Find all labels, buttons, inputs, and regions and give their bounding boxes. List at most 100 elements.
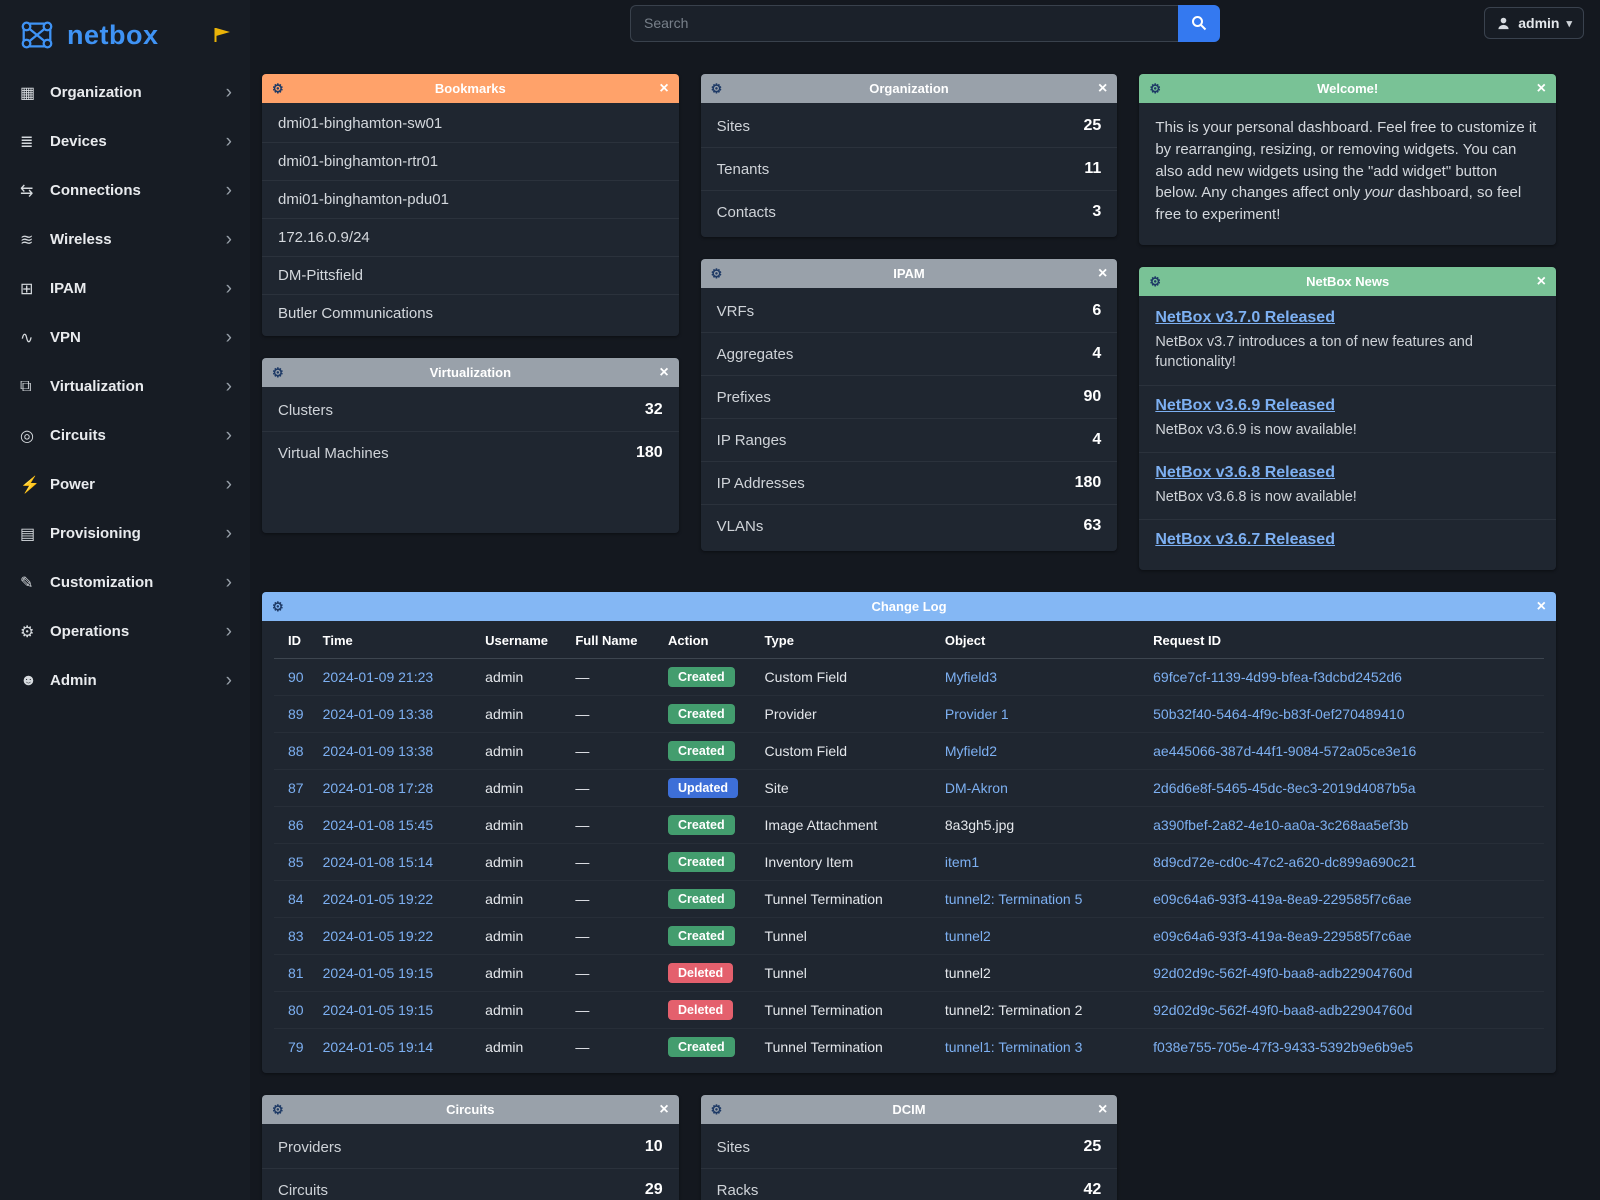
changelog-id-link[interactable]: 80 bbox=[288, 1002, 304, 1018]
changelog-time-link[interactable]: 2024-01-05 19:22 bbox=[323, 928, 434, 944]
changelog-object[interactable]: tunnel2 bbox=[945, 928, 991, 944]
gear-icon[interactable]: ⚙ bbox=[272, 365, 288, 381]
changelog-object[interactable]: item1 bbox=[945, 854, 979, 870]
news-headline-link[interactable]: NetBox v3.6.7 Released bbox=[1155, 531, 1335, 549]
stat-row[interactable]: Contacts 3 bbox=[701, 190, 1118, 233]
changelog-time-link[interactable]: 2024-01-09 21:23 bbox=[323, 669, 434, 685]
changelog-time-link[interactable]: 2024-01-08 15:45 bbox=[323, 817, 434, 833]
close-icon[interactable]: × bbox=[653, 365, 669, 381]
gear-icon[interactable]: ⚙ bbox=[272, 81, 288, 97]
close-icon[interactable]: × bbox=[1091, 266, 1107, 282]
sidebar-item-vpn[interactable]: ∿ VPN › bbox=[0, 313, 250, 362]
sidebar-item-customization[interactable]: ✎ Customization › bbox=[0, 558, 250, 607]
stat-row[interactable]: IP Ranges 4 bbox=[701, 418, 1118, 461]
pennant-icon[interactable] bbox=[212, 27, 232, 43]
search-button[interactable] bbox=[1178, 5, 1220, 42]
changelog-request-id-link[interactable]: 2d6d6e8f-5465-45dc-8ec3-2019d4087b5a bbox=[1153, 780, 1415, 796]
close-icon[interactable]: × bbox=[653, 1102, 669, 1118]
bookmark-item[interactable]: 172.16.0.9/24 bbox=[262, 218, 679, 256]
changelog-request-id-link[interactable]: 8d9cd72e-cd0c-47c2-a620-dc899a690c21 bbox=[1153, 854, 1416, 870]
changelog-time-link[interactable]: 2024-01-05 19:15 bbox=[323, 965, 434, 981]
sidebar-item-ipam[interactable]: ⊞ IPAM › bbox=[0, 264, 250, 313]
changelog-object[interactable]: tunnel1: Termination 3 bbox=[945, 1039, 1083, 1055]
changelog-object[interactable]: Provider 1 bbox=[945, 706, 1009, 722]
stat-row[interactable]: Prefixes 90 bbox=[701, 375, 1118, 418]
changelog-time-link[interactable]: 2024-01-08 17:28 bbox=[323, 780, 434, 796]
sidebar-item-power[interactable]: ⚡ Power › bbox=[0, 460, 250, 509]
changelog-id-link[interactable]: 84 bbox=[288, 891, 304, 907]
changelog-request-id-link[interactable]: e09c64a6-93f3-419a-8ea9-229585f7c6ae bbox=[1153, 891, 1411, 907]
sidebar-item-virtualization[interactable]: ⧉ Virtualization › bbox=[0, 362, 250, 411]
close-icon[interactable]: × bbox=[1091, 1102, 1107, 1118]
gear-icon[interactable]: ⚙ bbox=[272, 1102, 288, 1118]
changelog-object[interactable]: tunnel2: Termination 5 bbox=[945, 891, 1083, 907]
stat-row[interactable]: Providers 10 bbox=[262, 1126, 679, 1168]
changelog-request-id-link[interactable]: 69fce7cf-1139-4d99-bfea-f3dcbd2452d6 bbox=[1153, 669, 1402, 685]
gear-icon[interactable]: ⚙ bbox=[711, 81, 727, 97]
close-icon[interactable]: × bbox=[1530, 274, 1546, 290]
sidebar-item-admin[interactable]: ☻ Admin › bbox=[0, 656, 250, 705]
changelog-time-link[interactable]: 2024-01-08 15:14 bbox=[323, 854, 434, 870]
sidebar-item-connections[interactable]: ⇆ Connections › bbox=[0, 166, 250, 215]
changelog-time-link[interactable]: 2024-01-05 19:14 bbox=[323, 1039, 434, 1055]
sidebar-item-provisioning[interactable]: ▤ Provisioning › bbox=[0, 509, 250, 558]
sidebar-item-wireless[interactable]: ≋ Wireless › bbox=[0, 215, 250, 264]
gear-icon[interactable]: ⚙ bbox=[711, 1102, 727, 1118]
close-icon[interactable]: × bbox=[1530, 81, 1546, 97]
changelog-time-link[interactable]: 2024-01-09 13:38 bbox=[323, 743, 434, 759]
changelog-id-link[interactable]: 87 bbox=[288, 780, 304, 796]
search-input[interactable] bbox=[630, 5, 1178, 42]
changelog-time-link[interactable]: 2024-01-05 19:22 bbox=[323, 891, 434, 907]
changelog-object[interactable]: Myfield3 bbox=[945, 669, 997, 685]
stat-row[interactable]: Tenants 11 bbox=[701, 147, 1118, 190]
bookmark-item[interactable]: dmi01-binghamton-rtr01 bbox=[262, 142, 679, 180]
changelog-id-link[interactable]: 90 bbox=[288, 669, 304, 685]
news-headline-link[interactable]: NetBox v3.7.0 Released bbox=[1155, 309, 1335, 327]
stat-row[interactable]: Virtual Machines 180 bbox=[262, 431, 679, 474]
sidebar-item-circuits[interactable]: ◎ Circuits › bbox=[0, 411, 250, 460]
changelog-request-id-link[interactable]: e09c64a6-93f3-419a-8ea9-229585f7c6ae bbox=[1153, 928, 1411, 944]
gear-icon[interactable]: ⚙ bbox=[711, 266, 727, 282]
stat-row[interactable]: Aggregates 4 bbox=[701, 332, 1118, 375]
changelog-id-link[interactable]: 81 bbox=[288, 965, 304, 981]
sidebar-item-operations[interactable]: ⚙ Operations › bbox=[0, 607, 250, 656]
brand-logo[interactable]: netbox bbox=[0, 0, 250, 68]
changelog-object[interactable]: DM-Akron bbox=[945, 780, 1008, 796]
gear-icon[interactable]: ⚙ bbox=[1149, 274, 1165, 290]
news-headline-link[interactable]: NetBox v3.6.8 Released bbox=[1155, 464, 1335, 482]
stat-row[interactable]: IP Addresses 180 bbox=[701, 461, 1118, 504]
stat-row[interactable]: VLANs 63 bbox=[701, 504, 1118, 547]
stat-row[interactable]: Sites 25 bbox=[701, 1126, 1118, 1168]
changelog-request-id-link[interactable]: 92d02d9c-562f-49f0-baa8-adb22904760d bbox=[1153, 1002, 1412, 1018]
changelog-request-id-link[interactable]: a390fbef-2a82-4e10-aa0a-3c268aa5ef3b bbox=[1153, 817, 1408, 833]
changelog-request-id-link[interactable]: 50b32f40-5464-4f9c-b83f-0ef270489410 bbox=[1153, 706, 1404, 722]
changelog-id-link[interactable]: 86 bbox=[288, 817, 304, 833]
changelog-object[interactable]: Myfield2 bbox=[945, 743, 997, 759]
changelog-request-id-link[interactable]: f038e755-705e-47f3-9433-5392b9e6b9e5 bbox=[1153, 1039, 1413, 1055]
close-icon[interactable]: × bbox=[1091, 81, 1107, 97]
changelog-time-link[interactable]: 2024-01-05 19:15 bbox=[323, 1002, 434, 1018]
changelog-id-link[interactable]: 89 bbox=[288, 706, 304, 722]
changelog-request-id-link[interactable]: 92d02d9c-562f-49f0-baa8-adb22904760d bbox=[1153, 965, 1412, 981]
changelog-id-link[interactable]: 83 bbox=[288, 928, 304, 944]
stat-row[interactable]: Racks 42 bbox=[701, 1168, 1118, 1200]
changelog-id-link[interactable]: 85 bbox=[288, 854, 304, 870]
changelog-request-id-link[interactable]: ae445066-387d-44f1-9084-572a05ce3e16 bbox=[1153, 743, 1416, 759]
changelog-id-link[interactable]: 88 bbox=[288, 743, 304, 759]
bookmark-item[interactable]: Butler Communications bbox=[262, 294, 679, 332]
gear-icon[interactable]: ⚙ bbox=[1149, 81, 1165, 97]
user-menu-button[interactable]: admin ▾ bbox=[1484, 7, 1584, 39]
bookmark-item[interactable]: dmi01-binghamton-pdu01 bbox=[262, 180, 679, 218]
gear-icon[interactable]: ⚙ bbox=[272, 599, 288, 615]
close-icon[interactable]: × bbox=[653, 81, 669, 97]
stat-row[interactable]: Clusters 32 bbox=[262, 389, 679, 431]
bookmark-item[interactable]: DM-Pittsfield bbox=[262, 256, 679, 294]
stat-row[interactable]: VRFs 6 bbox=[701, 290, 1118, 332]
stat-row[interactable]: Sites 25 bbox=[701, 105, 1118, 147]
bookmark-item[interactable]: dmi01-binghamton-sw01 bbox=[262, 105, 679, 142]
sidebar-item-organization[interactable]: ▦ Organization › bbox=[0, 68, 250, 117]
close-icon[interactable]: × bbox=[1530, 599, 1546, 615]
stat-row[interactable]: Circuits 29 bbox=[262, 1168, 679, 1200]
sidebar-item-devices[interactable]: ≣ Devices › bbox=[0, 117, 250, 166]
news-headline-link[interactable]: NetBox v3.6.9 Released bbox=[1155, 397, 1335, 415]
